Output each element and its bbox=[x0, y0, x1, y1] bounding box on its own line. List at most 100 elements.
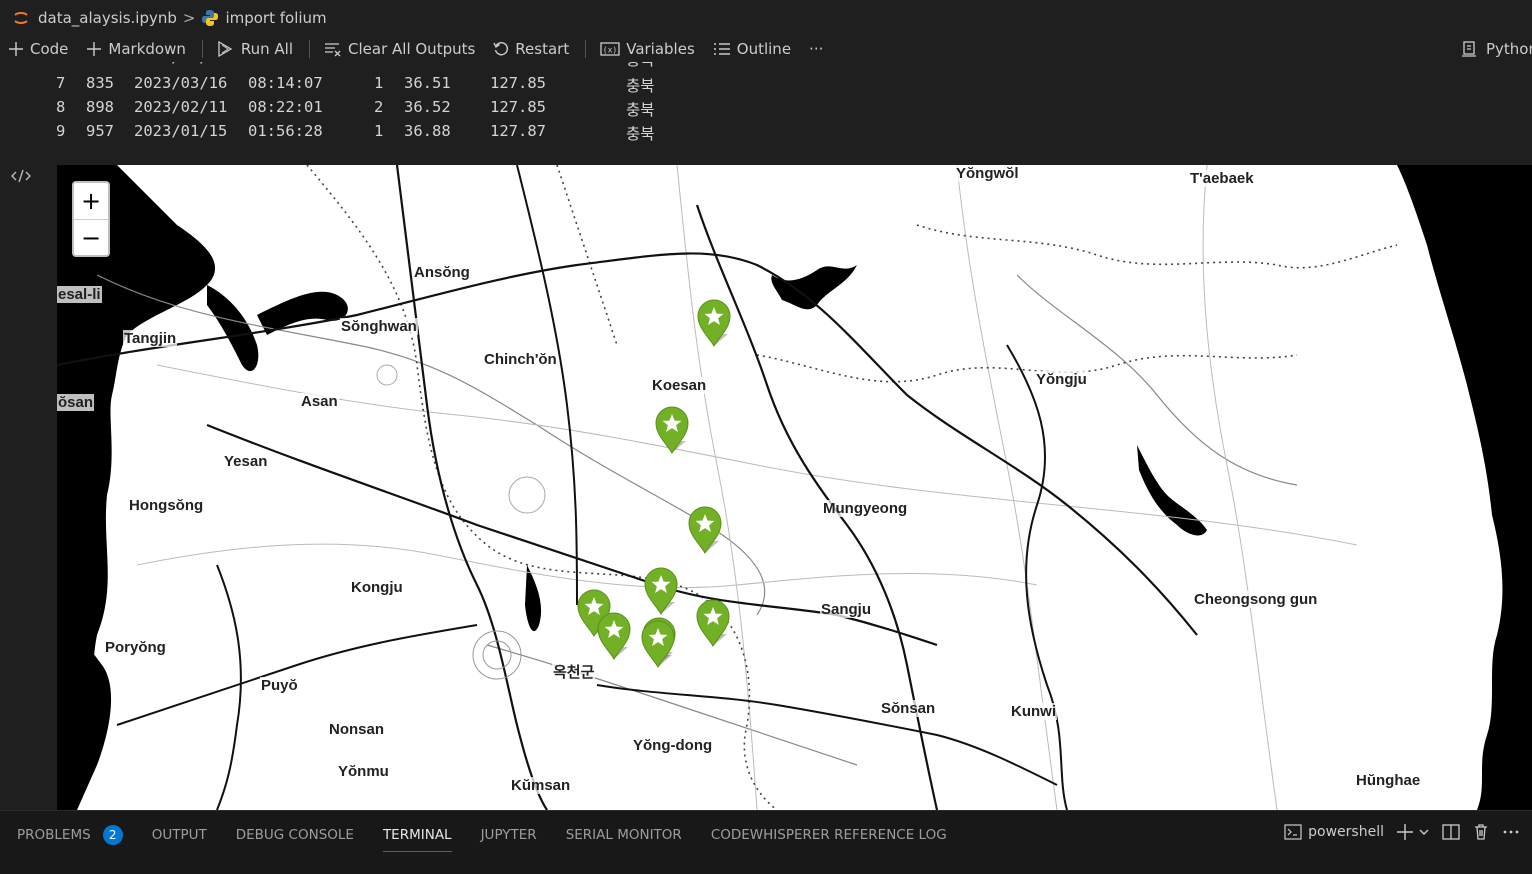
output-cell-id: 957 bbox=[86, 122, 114, 140]
output-cell-idx: 6 bbox=[56, 62, 65, 66]
html-output-icon[interactable] bbox=[10, 166, 32, 186]
clear-outputs-button[interactable]: Clear All Outputs bbox=[324, 40, 475, 58]
map-label: Sŏnsan bbox=[880, 700, 937, 717]
output-cell-idx: 9 bbox=[56, 122, 66, 140]
clear-outputs-label: Clear All Outputs bbox=[348, 40, 476, 58]
tab-serial-label: SERIAL MONITOR bbox=[565, 827, 682, 843]
map-label: Yŏng-dong bbox=[632, 737, 714, 754]
tab-codewhisperer-log[interactable]: CODEWHISPERER REFERENCE LOG bbox=[711, 827, 947, 843]
output-cell-lon: 127.85 bbox=[490, 98, 546, 116]
map-label: T'aebaek bbox=[1189, 170, 1255, 187]
tab-output[interactable]: OUTPUT bbox=[152, 827, 207, 843]
output-cell-time: 08:14:07 bbox=[248, 74, 323, 92]
tab-jupyter-label: JUPYTER bbox=[480, 827, 537, 843]
tab-debug-label: DEBUG CONSOLE bbox=[235, 827, 354, 843]
outline-icon bbox=[713, 43, 730, 55]
map-label: 옥천군 bbox=[552, 664, 596, 681]
jupyter-notebook-icon bbox=[14, 12, 28, 24]
output-cell-lat: 36.88 bbox=[404, 122, 451, 140]
output-cell-date: 2023/01/15 bbox=[134, 122, 228, 140]
map-label: ŏsan bbox=[57, 394, 95, 411]
restart-label: Restart bbox=[515, 40, 570, 58]
new-terminal-plus-icon[interactable] bbox=[1396, 823, 1414, 841]
map-label: Asan bbox=[300, 393, 339, 410]
run-all-label: Run All bbox=[240, 40, 294, 58]
output-cell-region: 충북 bbox=[626, 125, 655, 143]
map-marker-star-icon[interactable] bbox=[640, 619, 676, 669]
outline-button[interactable]: Outline bbox=[713, 40, 791, 58]
map-label: esal-li bbox=[57, 286, 102, 303]
tab-problems-label: PROBLEMS bbox=[17, 827, 91, 843]
tab-debug-console[interactable]: DEBUG CONSOLE bbox=[236, 827, 354, 843]
map-label: Tangjin bbox=[123, 330, 178, 347]
add-markdown-label: Markdown bbox=[108, 40, 186, 58]
split-terminal-icon[interactable] bbox=[1442, 823, 1460, 841]
output-cell-lon: 127.85 bbox=[490, 74, 546, 92]
map-label: Hŭnghae bbox=[1355, 772, 1422, 789]
add-markdown-button[interactable]: Markdown bbox=[86, 40, 186, 58]
output-cell-n: 2 bbox=[374, 98, 384, 116]
map-marker-star-icon[interactable] bbox=[695, 598, 731, 648]
restart-button[interactable]: Restart bbox=[493, 40, 569, 58]
chevron-down-icon[interactable] bbox=[1418, 826, 1430, 838]
folium-map[interactable]: + − Yŏngwŏl T'aebaek Ansŏng esal-li Sŏng… bbox=[57, 165, 1532, 810]
more-actions-icon[interactable] bbox=[1502, 823, 1520, 841]
add-code-button[interactable]: Code bbox=[8, 40, 68, 58]
tab-serial-monitor[interactable]: SERIAL MONITOR bbox=[566, 827, 682, 843]
zoom-in-button[interactable]: + bbox=[74, 183, 108, 220]
terminal-actions: powershell bbox=[1272, 823, 1520, 841]
breadcrumb-file[interactable]: data_alaysis.ipynb bbox=[38, 9, 177, 27]
output-cell-region: 충북 bbox=[626, 62, 655, 70]
output-cell-n: 1 bbox=[374, 74, 384, 92]
zoom-out-button[interactable]: − bbox=[74, 220, 108, 256]
terminal-shell-selector[interactable]: powershell bbox=[1284, 824, 1384, 840]
tab-jupyter[interactable]: JUPYTER bbox=[481, 827, 537, 843]
output-cell-id: 898 bbox=[86, 98, 114, 116]
output-cell-time: 08:22:01 bbox=[248, 98, 323, 116]
toolbar-divider bbox=[201, 40, 203, 58]
map-label: Yesan bbox=[223, 453, 269, 470]
restart-icon bbox=[493, 42, 509, 56]
trash-icon[interactable] bbox=[1472, 823, 1490, 841]
output-cell-date: 2023/03/16 bbox=[134, 74, 228, 92]
problems-count-badge: 2 bbox=[102, 825, 123, 845]
output-cell-time: 01:04:05 bbox=[248, 62, 323, 66]
more-actions-button[interactable]: ··· bbox=[809, 40, 823, 58]
map-label: Puyŏ bbox=[260, 677, 299, 694]
clear-all-icon bbox=[325, 43, 341, 57]
map-label: Ansŏng bbox=[413, 264, 471, 281]
tab-problems[interactable]: PROBLEMS 2 bbox=[17, 825, 123, 845]
variables-button[interactable]: (x) Variables bbox=[600, 40, 695, 58]
output-cell-idx: 7 bbox=[56, 74, 66, 92]
kernel-label: Python bbox=[1486, 40, 1532, 58]
output-cell-lon: 127.87 bbox=[490, 122, 546, 140]
map-label: Kunwi bbox=[1010, 703, 1057, 720]
cell-output-text: 6 799 2023/04/05 01:04:05 1 36.57 127.81 충북 7 835… bbox=[0, 62, 1532, 160]
run-all-button[interactable]: Run All bbox=[217, 40, 293, 58]
outline-label: Outline bbox=[736, 40, 792, 58]
output-cell-lat: 36.57 bbox=[404, 62, 451, 66]
kernel-picker[interactable]: Python bbox=[1460, 40, 1532, 58]
map-marker-star-icon[interactable] bbox=[596, 611, 632, 661]
toolbar-divider bbox=[309, 40, 311, 58]
output-cell-idx: 8 bbox=[56, 98, 66, 116]
map-label: Koesan bbox=[651, 377, 708, 394]
map-label: Poryŏng bbox=[104, 639, 167, 656]
breadcrumb-cell[interactable]: import folium bbox=[225, 9, 326, 27]
breadcrumb-separator: > bbox=[182, 9, 196, 27]
map-marker-star-icon[interactable] bbox=[687, 505, 723, 555]
output-cell-id: 835 bbox=[86, 74, 114, 92]
output-cell-region: 충북 bbox=[626, 101, 655, 119]
map-marker-star-icon[interactable] bbox=[654, 405, 690, 455]
map-marker-star-icon[interactable] bbox=[696, 298, 732, 348]
output-cell-time: 01:56:28 bbox=[248, 122, 323, 140]
tab-terminal[interactable]: TERMINAL bbox=[382, 827, 452, 852]
terminal-icon bbox=[1284, 824, 1302, 840]
map-label: Nonsan bbox=[328, 721, 386, 738]
plus-icon bbox=[9, 42, 23, 56]
map-label: Yŏngju bbox=[1035, 371, 1088, 388]
map-marker-star-icon[interactable] bbox=[643, 566, 679, 616]
output-cell-region: 충북 bbox=[626, 77, 655, 95]
bottom-panel: PROBLEMS 2 OUTPUT DEBUG CONSOLE TERMINAL… bbox=[0, 810, 1532, 874]
variables-icon: (x) bbox=[600, 42, 620, 56]
